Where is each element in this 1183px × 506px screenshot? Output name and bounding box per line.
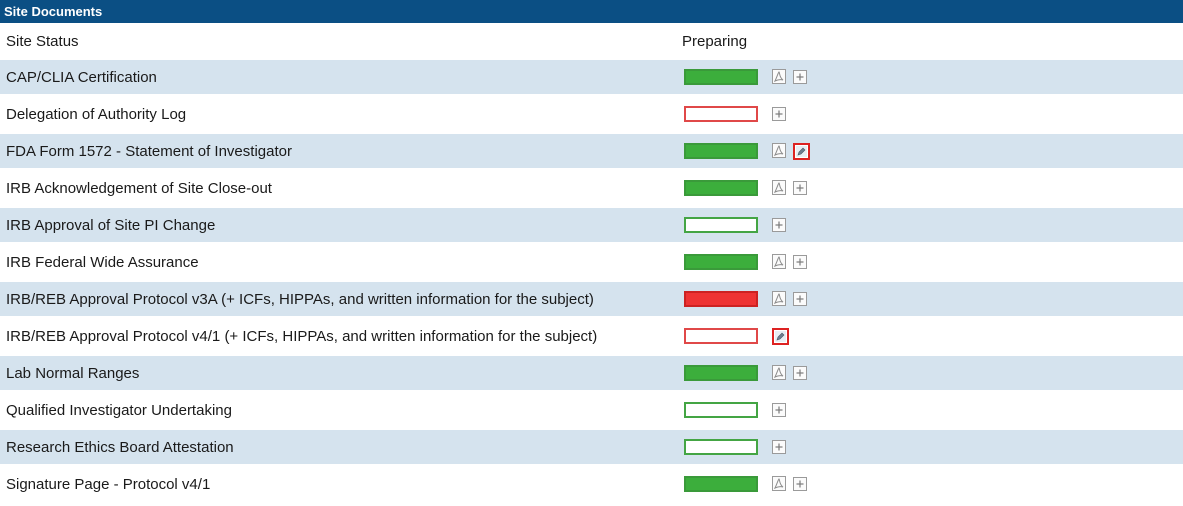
pdf-icon[interactable] [772, 69, 787, 85]
document-row: Delegation of Authority Log [0, 97, 1183, 131]
site-documents-panel: Site Documents Site Status Preparing CAP… [0, 0, 1183, 504]
document-status-cell [678, 356, 1183, 390]
document-name: CAP/CLIA Certification [0, 60, 678, 94]
add-icon[interactable] [793, 180, 808, 196]
status-bar[interactable] [684, 143, 758, 159]
document-name: IRB/REB Approval Protocol v3A (+ ICFs, H… [0, 282, 678, 316]
document-row: CAP/CLIA Certification [0, 60, 1183, 94]
status-bar[interactable] [684, 365, 758, 381]
document-row: IRB/REB Approval Protocol v3A (+ ICFs, H… [0, 282, 1183, 316]
pdf-icon[interactable] [772, 476, 787, 492]
document-status-cell [678, 319, 1183, 353]
pdf-icon[interactable] [772, 291, 787, 307]
edit-icon[interactable] [793, 142, 810, 160]
site-status-value: Preparing [678, 25, 1183, 57]
document-row: FDA Form 1572 - Statement of Investigato… [0, 134, 1183, 168]
add-icon[interactable] [772, 402, 787, 418]
status-bar[interactable] [684, 69, 758, 85]
status-bar[interactable] [684, 291, 758, 307]
panel-title: Site Documents [0, 0, 1183, 23]
status-bar[interactable] [684, 328, 758, 344]
document-row: Lab Normal Ranges [0, 356, 1183, 390]
documents-table: Site Status Preparing CAP/CLIA Certifica… [0, 22, 1183, 504]
add-icon[interactable] [772, 439, 787, 455]
document-row: IRB Approval of Site PI Change [0, 208, 1183, 242]
status-bar[interactable] [684, 254, 758, 270]
document-name: Lab Normal Ranges [0, 356, 678, 390]
status-bar[interactable] [684, 439, 758, 455]
document-name: Research Ethics Board Attestation [0, 430, 678, 464]
document-status-cell [678, 60, 1183, 94]
document-status-cell [678, 245, 1183, 279]
document-name: IRB/REB Approval Protocol v4/1 (+ ICFs, … [0, 319, 678, 353]
add-icon[interactable] [793, 476, 808, 492]
pdf-icon[interactable] [772, 254, 787, 270]
document-status-cell [678, 208, 1183, 242]
document-name: FDA Form 1572 - Statement of Investigato… [0, 134, 678, 168]
status-bar[interactable] [684, 217, 758, 233]
add-icon[interactable] [793, 291, 808, 307]
status-bar[interactable] [684, 106, 758, 122]
document-status-cell [678, 97, 1183, 131]
add-icon[interactable] [772, 106, 787, 122]
document-status-cell [678, 393, 1183, 427]
document-name: IRB Federal Wide Assurance [0, 245, 678, 279]
document-row: Qualified Investigator Undertaking [0, 393, 1183, 427]
document-name: Delegation of Authority Log [0, 97, 678, 131]
status-bar[interactable] [684, 402, 758, 418]
document-name: Qualified Investigator Undertaking [0, 393, 678, 427]
document-status-cell [678, 467, 1183, 501]
pdf-icon[interactable] [772, 180, 787, 196]
document-row: Signature Page - Protocol v4/1 [0, 467, 1183, 501]
add-icon[interactable] [793, 254, 808, 270]
document-name: Signature Page - Protocol v4/1 [0, 467, 678, 501]
document-status-cell [678, 134, 1183, 168]
document-name: IRB Approval of Site PI Change [0, 208, 678, 242]
document-row: IRB Federal Wide Assurance [0, 245, 1183, 279]
edit-icon[interactable] [772, 327, 789, 345]
document-status-cell [678, 282, 1183, 316]
document-status-cell [678, 171, 1183, 205]
status-bar[interactable] [684, 180, 758, 196]
document-status-cell [678, 430, 1183, 464]
add-icon[interactable] [772, 217, 787, 233]
status-bar[interactable] [684, 476, 758, 492]
site-status-row: Site Status Preparing [0, 25, 1183, 57]
add-icon[interactable] [793, 365, 808, 381]
document-row: IRB/REB Approval Protocol v4/1 (+ ICFs, … [0, 319, 1183, 353]
document-row: IRB Acknowledgement of Site Close-out [0, 171, 1183, 205]
pdf-icon[interactable] [772, 365, 787, 381]
add-icon[interactable] [793, 69, 808, 85]
pdf-icon[interactable] [772, 143, 787, 159]
document-row: Research Ethics Board Attestation [0, 430, 1183, 464]
site-status-label: Site Status [0, 25, 678, 57]
document-name: IRB Acknowledgement of Site Close-out [0, 171, 678, 205]
